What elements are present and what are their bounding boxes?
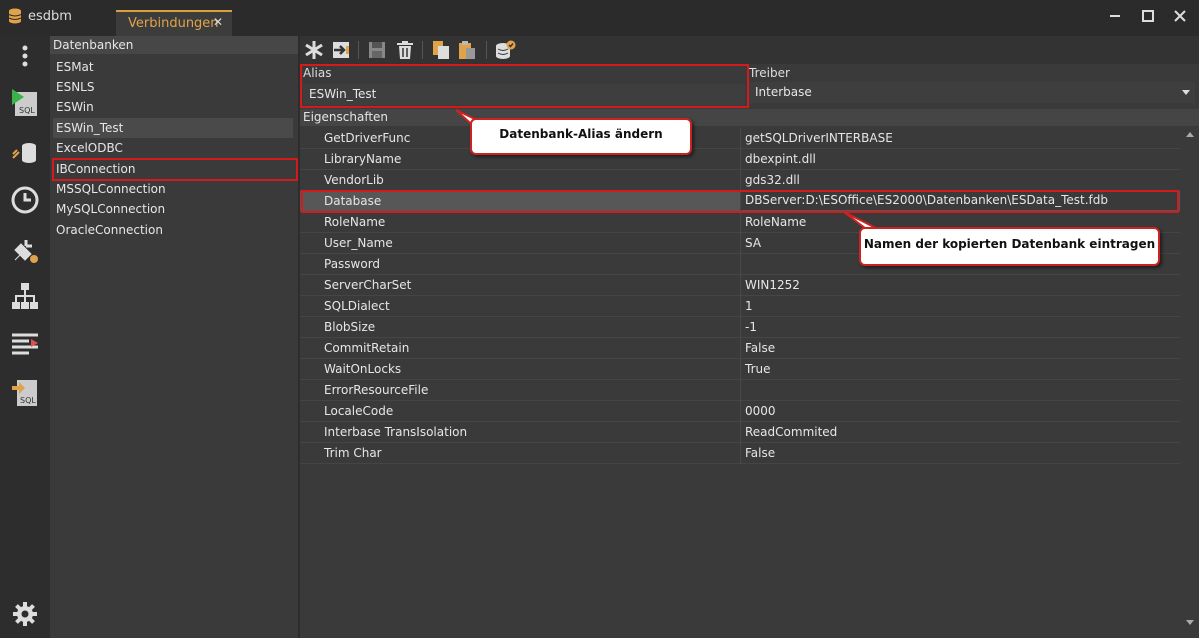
db-check-icon[interactable] (494, 39, 516, 61)
property-name: SQLDialect (324, 299, 390, 313)
driver-select[interactable]: Interbase (749, 82, 1195, 103)
table-row[interactable]: Trim Char False (300, 443, 1180, 464)
property-value: dbexpint.dll (745, 152, 816, 166)
table-row[interactable]: Interbase TransIsolation ReadCommited (300, 422, 1180, 443)
chevron-down-icon (1182, 90, 1190, 95)
maximize-icon[interactable] (1138, 6, 1158, 26)
property-value: gds32.dll (745, 173, 800, 187)
property-name: Password (324, 257, 381, 271)
table-row[interactable]: LibraryName dbexpint.dll (300, 149, 1180, 170)
minimize-icon[interactable] (1105, 6, 1125, 26)
highlight-database-row (301, 190, 1179, 213)
property-name: LocaleCode (324, 404, 394, 418)
callout-alias: Datenbank-Alias ändern (470, 118, 692, 155)
property-value: True (745, 362, 771, 376)
table-row[interactable]: SQLDialect 1 (300, 296, 1180, 317)
connection-editor: Alias ESWin_Test Treiber Interbase Eigen… (300, 36, 1199, 638)
toolbar (300, 36, 1199, 64)
property-name: WaitOnLocks (324, 362, 402, 376)
scroll-down-icon[interactable] (1186, 620, 1194, 625)
toolbar-separator (486, 41, 487, 59)
table-row[interactable]: ServerCharSet WIN1252 (300, 275, 1180, 296)
database-app-icon (8, 8, 22, 24)
property-name: VendorLib (324, 173, 384, 187)
property-name: Interbase TransIsolation (324, 425, 468, 439)
property-value: -1 (745, 320, 757, 334)
list-item-excelodbc[interactable]: ExcelODBC (53, 138, 293, 158)
property-name: BlobSize (324, 320, 376, 334)
property-value: False (745, 341, 776, 355)
title-bar: esdbm Verbindungen ✕ (0, 0, 1199, 36)
history-icon[interactable] (9, 184, 41, 216)
app-title: esdbm (28, 9, 72, 24)
scroll-up-icon[interactable] (1186, 132, 1194, 137)
property-name: CommitRetain (324, 341, 410, 355)
property-name: ServerCharSet (324, 278, 412, 292)
paste-icon[interactable] (456, 39, 478, 61)
property-name: User_Name (324, 236, 393, 250)
property-name: Trim Char (324, 446, 382, 460)
list-item-oracleconnection[interactable]: OracleConnection (53, 220, 293, 240)
copy-icon[interactable] (430, 39, 452, 61)
table-row[interactable]: VendorLib gds32.dll (300, 170, 1180, 191)
delete-icon[interactable] (394, 39, 416, 61)
plugin-settings-icon[interactable] (9, 234, 41, 266)
properties-grid: GetDriverFunc getSQLDriverINTERBASE Libra… (300, 128, 1182, 638)
callout-database: Namen der kopierten Datenbank eintragen (859, 227, 1160, 266)
tab-close-icon[interactable]: ✕ (213, 15, 223, 29)
sidebar: SQL SQL (0, 36, 49, 638)
list-compare-icon[interactable] (9, 329, 41, 361)
property-value: 1 (745, 299, 753, 313)
list-item-mssqlconnection[interactable]: MSSQLConnection (53, 179, 293, 199)
sql-export-icon[interactable]: SQL (9, 376, 41, 408)
svg-text:SQL: SQL (20, 396, 36, 405)
property-name: RoleName (324, 215, 386, 229)
tab-verbindungen[interactable]: Verbindungen ✕ (116, 10, 232, 36)
properties-title: Eigenschaften (303, 110, 389, 124)
sql-run-icon[interactable]: SQL (9, 86, 41, 118)
new-icon[interactable] (303, 39, 325, 61)
highlight-alias (300, 64, 749, 108)
table-row[interactable]: ErrorResourceFile (300, 380, 1180, 401)
property-name: LibraryName (324, 152, 402, 166)
property-name: GetDriverFunc (324, 131, 411, 145)
svg-text:SQL: SQL (19, 106, 35, 115)
toolbar-separator (358, 41, 359, 59)
database-list-panel: Datenbanken ESMat ESNLS ESWin ESWin_Test… (50, 36, 298, 638)
table-row[interactable]: GetDriverFunc getSQLDriverINTERBASE (300, 128, 1180, 149)
property-value: RoleName (745, 215, 807, 229)
tab-label: Verbindungen (128, 16, 219, 31)
driver-label: Treiber (749, 66, 790, 80)
table-row[interactable]: WaitOnLocks True (300, 359, 1180, 380)
property-name: ErrorResourceFile (324, 383, 429, 397)
list-item-eswin[interactable]: ESWin (53, 97, 293, 117)
table-row[interactable]: LocaleCode 0000 (300, 401, 1180, 422)
save-icon[interactable] (366, 39, 388, 61)
hierarchy-icon[interactable] (9, 280, 41, 312)
settings-gear-icon[interactable] (9, 598, 41, 630)
property-value: ReadCommited (745, 425, 838, 439)
close-window-icon[interactable] (1170, 6, 1190, 26)
list-item-eswin-test[interactable]: ESWin_Test (53, 118, 293, 138)
property-value: getSQLDriverINTERBASE (745, 131, 893, 145)
database-list-title: Datenbanken (53, 38, 134, 52)
property-value: WIN1252 (745, 278, 800, 292)
import-icon[interactable] (330, 39, 352, 61)
driver-select-value: Interbase (755, 85, 812, 99)
table-row[interactable]: BlobSize -1 (300, 317, 1180, 338)
property-value: False (745, 446, 776, 460)
more-vert-icon[interactable] (9, 40, 41, 72)
list-item-esnls[interactable]: ESNLS (53, 77, 293, 97)
property-value: SA (745, 236, 762, 250)
highlight-ibconnection (52, 158, 298, 181)
db-sync-icon[interactable] (9, 136, 41, 168)
toolbar-separator (422, 41, 423, 59)
property-value: 0000 (745, 404, 776, 418)
list-item-mysqlconnection[interactable]: MySQLConnection (53, 199, 293, 219)
table-row[interactable]: CommitRetain False (300, 338, 1180, 359)
list-item-esmat[interactable]: ESMat (53, 57, 293, 77)
database-list-header: Datenbanken (50, 36, 298, 54)
properties-scrollbar[interactable] (1183, 128, 1197, 634)
properties-header: Eigenschaften (300, 109, 1199, 126)
